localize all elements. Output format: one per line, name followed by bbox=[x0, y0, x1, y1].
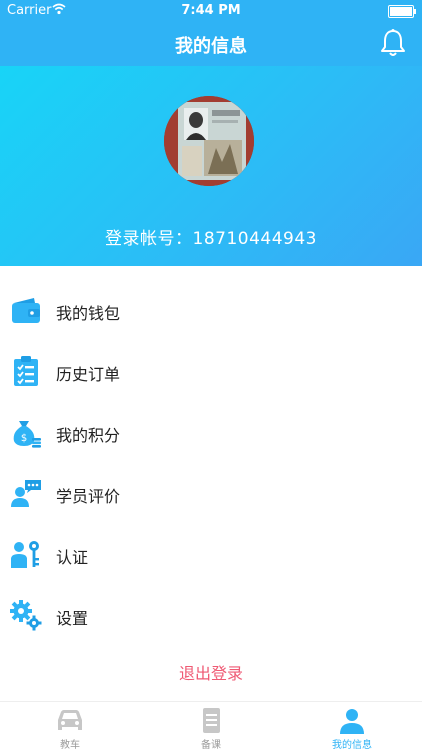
menu-item-label: 我的积分 bbox=[56, 426, 121, 445]
tab-teaching[interactable]: 教车 bbox=[0, 702, 140, 751]
menu-item-label: 学员评价 bbox=[56, 487, 121, 506]
menu-item-wallet[interactable]: 我的钱包 bbox=[0, 280, 422, 341]
menu-item-history-orders[interactable]: 历史订单 bbox=[0, 341, 422, 402]
logout-button[interactable]: 退出登录 bbox=[0, 660, 422, 684]
user-icon bbox=[337, 708, 367, 734]
tab-label: 我的信息 bbox=[332, 740, 372, 751]
svg-text:$: $ bbox=[21, 433, 27, 444]
menu-item-points[interactable]: $ 我的积分 bbox=[0, 402, 422, 463]
tab-label: 教车 bbox=[60, 740, 80, 751]
tab-lesson-prep[interactable]: 备课 bbox=[141, 702, 281, 751]
certification-icon bbox=[10, 538, 42, 570]
menu-item-settings[interactable]: 设置 bbox=[0, 585, 422, 646]
bell-icon[interactable] bbox=[380, 28, 406, 58]
settings-gears-icon bbox=[10, 599, 42, 631]
menu-item-label: 认证 bbox=[56, 548, 89, 567]
status-time: 7:44 PM bbox=[181, 3, 241, 18]
document-icon bbox=[196, 708, 226, 734]
wallet-icon bbox=[10, 294, 42, 326]
car-icon bbox=[55, 708, 85, 734]
menu-item-certification[interactable]: 认证 bbox=[0, 524, 422, 585]
menu-item-label: 设置 bbox=[56, 609, 89, 628]
navigation-bar: 我的信息 bbox=[0, 22, 422, 66]
battery-icon bbox=[388, 5, 416, 18]
review-icon bbox=[10, 477, 42, 509]
points-bag-icon: $ bbox=[10, 416, 42, 448]
menu-item-label: 我的钱包 bbox=[56, 304, 121, 323]
status-bar: Carrier 7:44 PM bbox=[0, 0, 422, 22]
menu-item-label: 历史订单 bbox=[56, 365, 121, 384]
tab-my-info[interactable]: 我的信息 bbox=[282, 702, 422, 751]
page-title: 我的信息 bbox=[175, 36, 247, 57]
tab-bar: 教车 备课 我的信息 bbox=[0, 701, 422, 751]
avatar[interactable] bbox=[164, 96, 254, 186]
profile-header: 登录帐号：18710444943 bbox=[0, 66, 422, 266]
tab-label: 备课 bbox=[201, 740, 221, 751]
order-list-icon bbox=[10, 355, 42, 387]
menu-item-student-reviews[interactable]: 学员评价 bbox=[0, 463, 422, 524]
profile-menu: 我的钱包 历史订单 $ 我的积分 学员评价 认证 设置 bbox=[0, 280, 422, 646]
account-number: 登录帐号：18710444943 bbox=[105, 229, 317, 249]
